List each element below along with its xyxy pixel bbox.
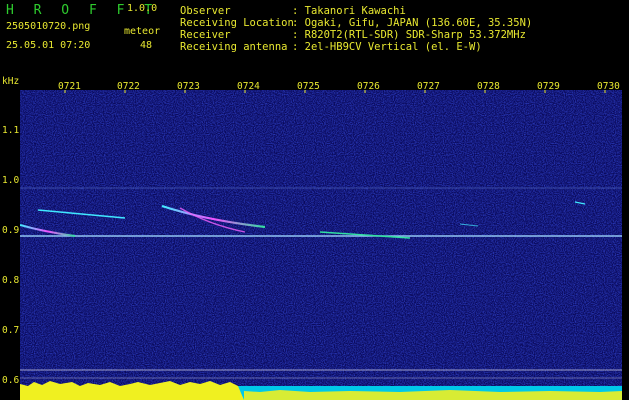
capture-datetime: 25.05.01 07:20 — [6, 40, 91, 51]
spectrogram-canvas — [20, 90, 622, 400]
y-tick-label: 1.0 — [2, 175, 20, 186]
receiver-label: Receiver — [180, 29, 231, 41]
y-tick-label: 0.7 — [2, 325, 20, 336]
meteor-label: meteor — [124, 26, 161, 37]
y-axis: kHz 1.1 1.0 0.9 0.8 0.7 0.6 — [0, 72, 20, 400]
x-axis: 0721 0722 0723 0724 0725 0726 0727 0728 … — [20, 72, 629, 92]
y-tick-label: 0.9 — [2, 225, 20, 236]
y-axis-unit: kHz — [2, 76, 20, 87]
file-name: 2505010720.png — [6, 21, 91, 32]
waterfall-noise — [20, 90, 622, 400]
header-panel: H R O F F T 1.0.0 2505010720.png meteor … — [0, 0, 629, 72]
location-label: Receiving Location — [180, 17, 294, 29]
y-tick-label: 0.8 — [2, 275, 20, 286]
observer-value: : Takanori Kawachi — [292, 5, 406, 17]
app-version: 1.0.0 — [127, 3, 158, 14]
meteor-count: 48 — [140, 40, 153, 51]
spectrogram-waterfall — [20, 90, 622, 400]
y-tick-label: 0.6 — [2, 375, 20, 386]
observer-label: Observer — [180, 5, 231, 17]
y-tick-label: 1.1 — [2, 125, 20, 136]
location-value: : Ogaki, Gifu, JAPAN (136.60E, 35.35N) — [292, 17, 533, 29]
receiver-value: : R820T2(RTL-SDR) SDR-Sharp 53.372MHz — [292, 29, 526, 41]
antenna-label: Receiving antenna — [180, 41, 288, 53]
antenna-value: : 2el-HB9CV Vertical (el. E-W) — [292, 41, 482, 53]
right-margin — [622, 90, 629, 400]
